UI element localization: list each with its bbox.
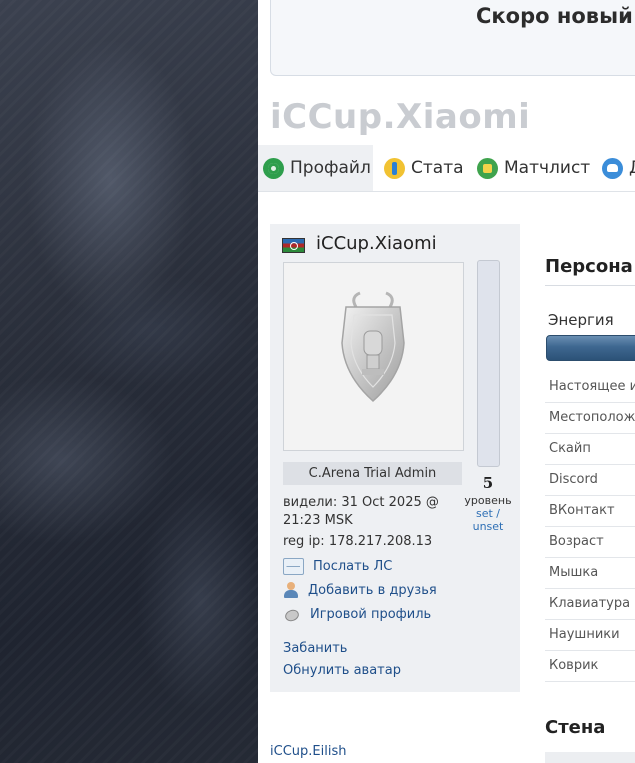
level-set-link[interactable]: set / <box>476 507 500 520</box>
tab-friends[interactable]: Д <box>602 145 635 191</box>
tab-profile[interactable]: Профайл <box>258 145 373 191</box>
stats-icon <box>384 157 405 179</box>
info-row-skype: Скайп <box>545 433 635 465</box>
friend-link[interactable]: iCCup.Eilish <box>270 744 346 759</box>
matches-icon <box>477 157 498 179</box>
game-profile-link[interactable]: Игровой профиль <box>283 607 431 622</box>
reg-ip: reg ip: 178.217.208.13 <box>283 534 433 549</box>
info-row-location: Местоположе <box>545 402 635 434</box>
page-title: iCCup.Xiaomi <box>270 97 531 137</box>
avatar <box>283 262 464 451</box>
info-row-discord: Discord <box>545 464 635 496</box>
tab-label: Стата <box>411 158 464 178</box>
announcement-text: Скоро новый с <box>476 4 635 28</box>
level-number: 5 <box>482 474 494 492</box>
friends-icon <box>602 157 623 179</box>
flag-icon <box>282 238 305 253</box>
info-row-age: Возраст <box>545 526 635 558</box>
main-content: Скоро новый с iCCup.Xiaomi Профайл Стата… <box>258 0 635 763</box>
level-progress-bar <box>477 260 500 467</box>
energy-label: Энергия <box>548 311 614 329</box>
announcement-banner: Скоро новый с <box>270 0 635 76</box>
action-label: Добавить в друзья <box>308 582 437 598</box>
profile-card: iCCup.Xiaomi 5 уровень set / unset C.Are… <box>270 224 520 692</box>
info-row-keyboard: Клавиатура <box>545 588 635 620</box>
reset-avatar-link[interactable]: Обнулить аватар <box>283 663 401 678</box>
mail-icon <box>283 558 304 575</box>
add-friend-link[interactable]: Добавить в друзья <box>283 582 437 598</box>
action-label: Игровой профиль <box>310 607 432 622</box>
info-row-vk: ВКонтакт <box>545 495 635 527</box>
last-seen: видели: 31 Oct 2025 @ 21:23 MSK <box>283 495 439 528</box>
wall-content <box>545 752 635 763</box>
page-background-art <box>0 0 258 763</box>
level-label: уровень <box>464 494 512 507</box>
trophy-shield-icon <box>341 291 405 403</box>
game-profile-icon <box>283 608 301 622</box>
tab-label: Профайл <box>290 158 371 178</box>
personal-section-title: Персона <box>545 256 633 277</box>
info-row-headphones: Наушники <box>545 619 635 651</box>
info-row-mousepad: Коврик <box>545 650 635 682</box>
level-unset-link[interactable]: unset <box>473 520 504 533</box>
tab-label: Д <box>629 158 635 178</box>
profile-icon <box>263 157 284 179</box>
info-row-real-name: Настоящее и <box>545 371 635 403</box>
tab-matchlist[interactable]: Матчлист <box>477 145 590 191</box>
profile-name: iCCup.Xiaomi <box>316 233 437 254</box>
tab-stats[interactable]: Стата <box>384 145 464 191</box>
profile-tabs: Профайл Стата Матчлист Д <box>258 145 635 192</box>
role-badge: C.Arena Trial Admin <box>283 462 462 485</box>
send-message-link[interactable]: Послать ЛС <box>283 558 392 575</box>
add-friend-icon <box>283 582 299 598</box>
info-row-mouse: Мышка <box>545 557 635 589</box>
action-label: Послать ЛС <box>313 559 393 574</box>
tab-label: Матчлист <box>504 158 591 178</box>
level-set-links: set / unset <box>460 507 516 533</box>
energy-bar <box>546 335 635 361</box>
ban-link[interactable]: Забанить <box>283 641 347 656</box>
wall-section-title: Стена <box>545 717 606 738</box>
divider <box>545 285 635 286</box>
